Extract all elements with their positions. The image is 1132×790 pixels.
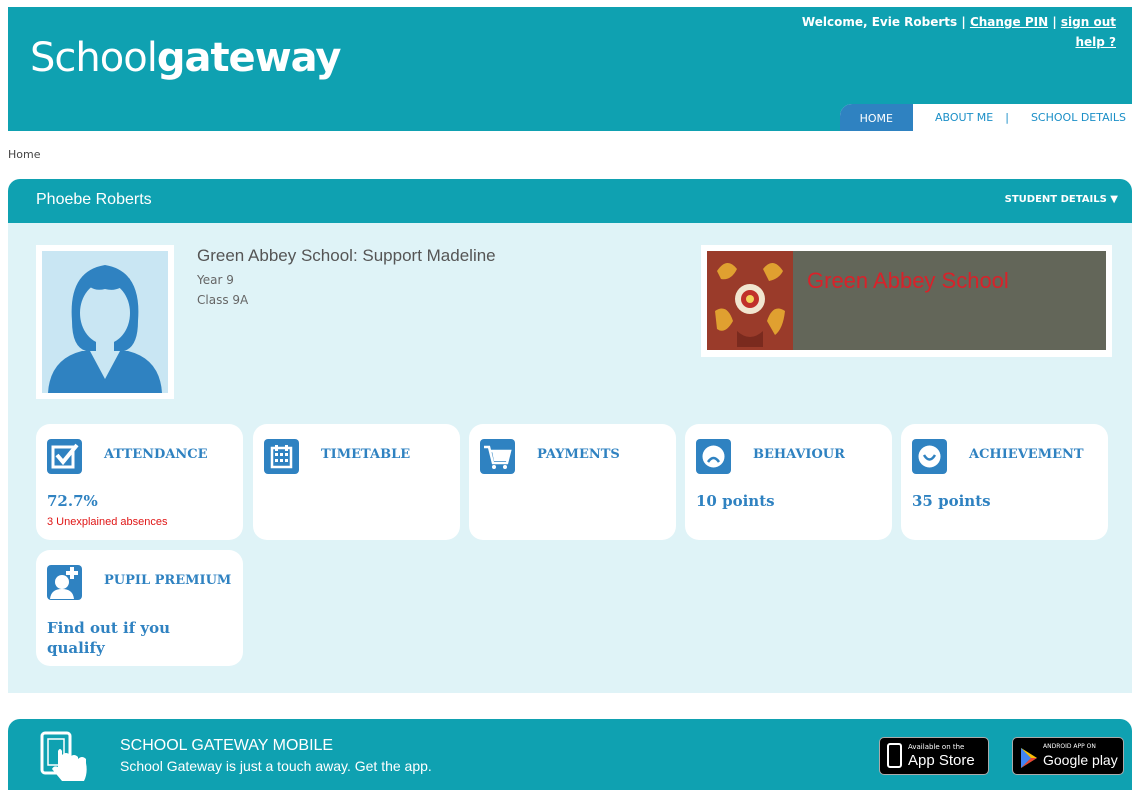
student-year: Year 9 <box>197 273 234 287</box>
student-panel: Green Abbey School: Support Madeline Yea… <box>8 223 1132 693</box>
google-play-small-text: ANDROID APP ON <box>1043 743 1096 750</box>
logo-text-1: Scho <box>30 35 124 81</box>
mobile-app-footer: SCHOOL GATEWAY MOBILE School Gateway is … <box>8 719 1132 790</box>
change-pin-link[interactable]: Change PIN <box>970 15 1048 29</box>
behaviour-value: 10 points <box>696 492 775 510</box>
banner-school-name: Green Abbey School <box>807 268 1009 293</box>
achievement-label: ACHIEVEMENT <box>969 447 1084 462</box>
school-gateway-logo[interactable]: Schoolgateway <box>30 35 342 81</box>
timetable-tile[interactable]: TIMETABLE <box>253 424 460 540</box>
nav-home[interactable]: HOME <box>839 104 913 131</box>
attendance-label: ATTENDANCE <box>104 447 208 462</box>
sign-out-link[interactable]: sign out <box>1061 15 1116 29</box>
person-add-icon <box>47 565 82 600</box>
pupil-premium-tile[interactable]: PUPIL PREMIUM Find out if you qualify <box>36 550 243 666</box>
nav-about-me[interactable]: ABOUT ME <box>913 104 1005 131</box>
phone-icon <box>887 743 902 768</box>
google-play-icon <box>1021 748 1037 768</box>
timetable-label: TIMETABLE <box>321 447 411 462</box>
shopping-cart-icon <box>480 439 515 474</box>
google-play-text: Google play <box>1043 752 1118 768</box>
welcome-bar: Welcome, Evie Roberts | Change PIN | sig… <box>802 15 1116 29</box>
attendance-note: 3 Unexplained absences <box>47 516 168 528</box>
pupil-premium-value: Find out if you qualify <box>47 619 171 657</box>
achievement-tile[interactable]: ACHIEVEMENT 35 points <box>901 424 1108 540</box>
student-photo <box>36 245 174 399</box>
nav-school-details[interactable]: SCHOOL DETAILS <box>1009 104 1132 131</box>
school-banner: Green Abbey School <box>701 245 1112 357</box>
student-header-bar: Phoebe Roberts STUDENT DETAILS ▼ <box>8 179 1132 223</box>
pupil-premium-label: PUPIL PREMIUM <box>104 573 232 588</box>
attendance-tile[interactable]: ATTENDANCE 72.7% 3 Unexplained absences <box>36 424 243 540</box>
payments-label: PAYMENTS <box>537 447 620 462</box>
school-title: Green Abbey School: Support Madeline <box>197 246 496 265</box>
behaviour-label: BEHAVIOUR <box>753 447 845 462</box>
logo-text-2: ol <box>123 35 158 81</box>
happy-face-icon <box>912 439 947 474</box>
student-name: Phoebe Roberts <box>36 191 152 208</box>
logo-text-3: gateway <box>156 35 342 81</box>
welcome-text: Welcome, Evie Roberts | <box>801 15 966 29</box>
achievement-value: 35 points <box>912 492 991 510</box>
app-store-small-text: Available on the <box>908 743 965 751</box>
tablet-touch-icon <box>40 731 94 781</box>
sad-face-icon <box>696 439 731 474</box>
footer-subtitle: School Gateway is just a touch away. Get… <box>120 758 432 774</box>
student-details-toggle[interactable]: STUDENT DETAILS ▼ <box>1005 194 1118 205</box>
avatar-silhouette-icon <box>48 265 162 393</box>
app-store-text: App Store <box>908 752 975 769</box>
checkbox-icon <box>47 439 82 474</box>
welcome-separator: | <box>1052 15 1057 29</box>
breadcrumb[interactable]: Home <box>8 148 40 161</box>
header: Schoolgateway Welcome, Evie Roberts | Ch… <box>8 7 1132 131</box>
calendar-icon <box>264 439 299 474</box>
footer-title: SCHOOL GATEWAY MOBILE <box>120 737 334 754</box>
payments-tile[interactable]: PAYMENTS <box>469 424 676 540</box>
attendance-value: 72.7% <box>47 492 98 510</box>
school-banner-image: Green Abbey School <box>707 251 1106 350</box>
behaviour-tile[interactable]: BEHAVIOUR 10 points <box>685 424 892 540</box>
school-crest-icon <box>707 251 793 350</box>
help-link[interactable]: help ? <box>1075 35 1116 49</box>
avatar <box>42 251 168 393</box>
google-play-button[interactable]: ANDROID APP ON Google play <box>1012 737 1124 775</box>
app-store-button[interactable]: Available on the App Store <box>879 737 989 775</box>
main-nav: HOME ABOUT ME | SCHOOL DETAILS <box>839 104 1132 131</box>
student-class: Class 9A <box>197 293 249 307</box>
